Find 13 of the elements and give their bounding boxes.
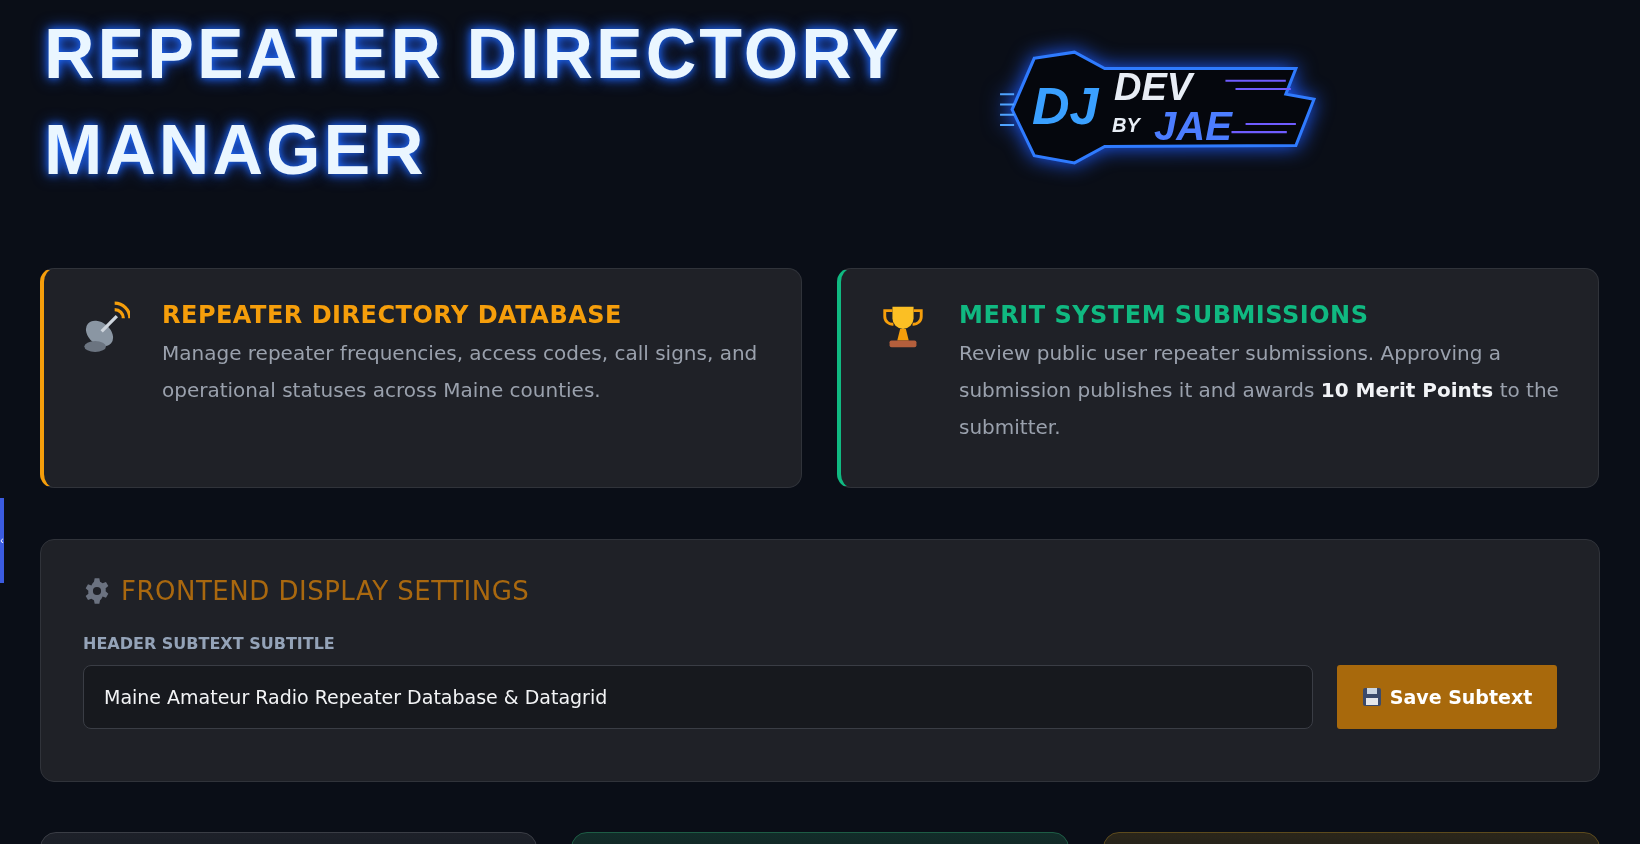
card-description: Manage repeater frequencies, access codes, call signs, and operational statuses across Maine counties.	[162, 340, 759, 404]
field-label: HEADER SUBTEXT SUBTITLE	[83, 634, 336, 653]
page-title-line: MANAGER	[44, 110, 427, 191]
subtitle-input-field[interactable]: Maine Amateur Radio Repeater Database & Datagrid	[83, 665, 1313, 729]
card-title: MERIT SYSTEM SUBMISSIONS	[959, 301, 1370, 329]
settings-title: FRONTEND DISPLAY SETTINGS	[121, 576, 530, 606]
page-title-line: REPEATER DIRECTORY	[44, 14, 902, 95]
sidebar-toggle[interactable]: ‹	[0, 498, 4, 583]
gear-icon	[83, 577, 111, 605]
card-title: REPEATER DIRECTORY DATABASE	[162, 301, 623, 329]
satellite-dish-icon	[82, 301, 130, 353]
card-description: Review public user repeater submissions. Approving a submission publishes it and awards 10 Merit Points to the submitter.	[959, 340, 1560, 441]
save-button[interactable]: Save Subtext	[1337, 665, 1557, 729]
